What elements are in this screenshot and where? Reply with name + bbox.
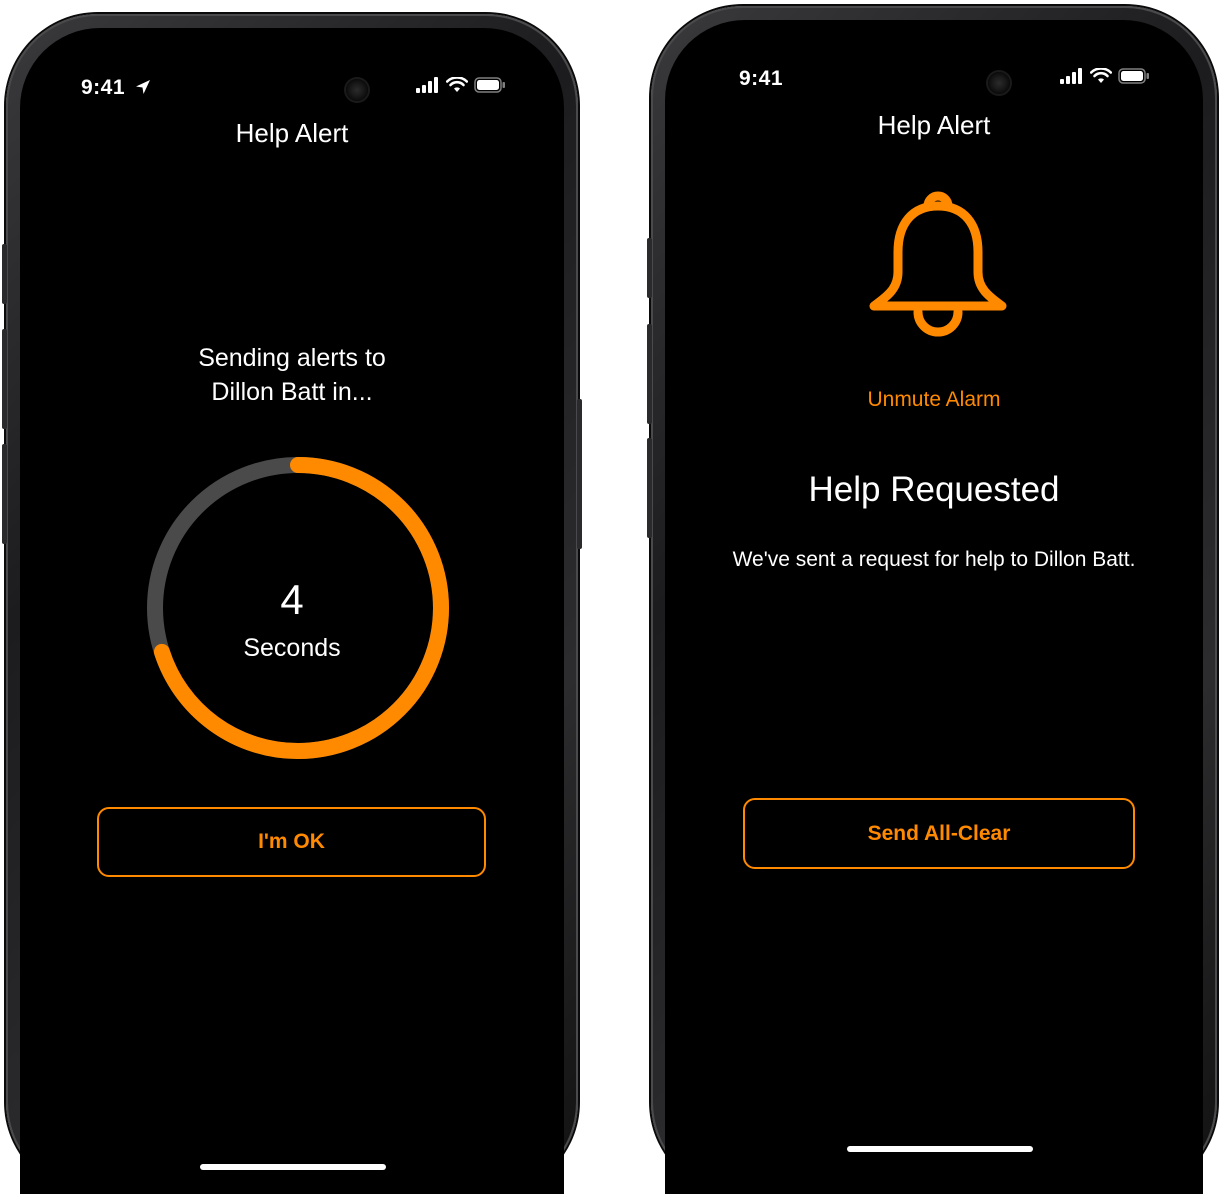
volume-up-button (2, 329, 7, 429)
right-phone-frame: 9:41 Help Alert Unmute Alarm Help Reques… (647, 6, 1217, 1194)
help-requested-heading: Help Requested (808, 470, 1060, 509)
status-icons (1060, 68, 1150, 84)
bell-icon[interactable] (864, 184, 1012, 344)
volume-down-button (647, 438, 652, 538)
left-phone-frame: 9:41 Help Alert Sending alerts to Dillon… (2, 14, 582, 1194)
nav-title: Help Alert (877, 110, 991, 140)
right-screen: 9:41 Help Alert Unmute Alarm Help Reques… (665, 20, 1203, 1194)
countdown-unit: Seconds (243, 634, 341, 662)
send-all-clear-button[interactable]: Send All-Clear (743, 798, 1135, 869)
wifi-icon (446, 77, 468, 92)
location-arrow-icon (136, 80, 150, 94)
signal-icon (416, 77, 438, 93)
front-camera (346, 79, 368, 101)
front-camera (988, 72, 1010, 94)
help-requested-description: We've sent a request for help to Dillon … (732, 548, 1136, 571)
im-ok-button[interactable]: I'm OK (97, 807, 486, 877)
nav-title: Help Alert (235, 118, 349, 148)
message-line-2: Dillon Batt in... (211, 378, 373, 406)
left-screen: 9:41 Help Alert Sending alerts to Dillon… (20, 28, 564, 1194)
countdown-value: 4 (280, 576, 304, 623)
battery-icon (474, 77, 505, 93)
signal-icon (1060, 68, 1082, 84)
volume-down-button (2, 444, 7, 544)
message-line-1: Sending alerts to (198, 344, 386, 372)
status-icons (416, 77, 506, 93)
home-indicator[interactable] (847, 1146, 1033, 1152)
home-indicator[interactable] (200, 1164, 386, 1170)
unmute-alarm-link[interactable]: Unmute Alarm (665, 388, 1203, 412)
wifi-icon (1090, 68, 1112, 83)
action-button (2, 244, 7, 304)
battery-icon (1118, 68, 1149, 84)
volume-up-button (647, 324, 652, 424)
status-time: 9:41 (739, 67, 784, 90)
status-time: 9:41 (81, 76, 126, 99)
side-power-button (577, 399, 582, 549)
action-button (647, 238, 652, 298)
